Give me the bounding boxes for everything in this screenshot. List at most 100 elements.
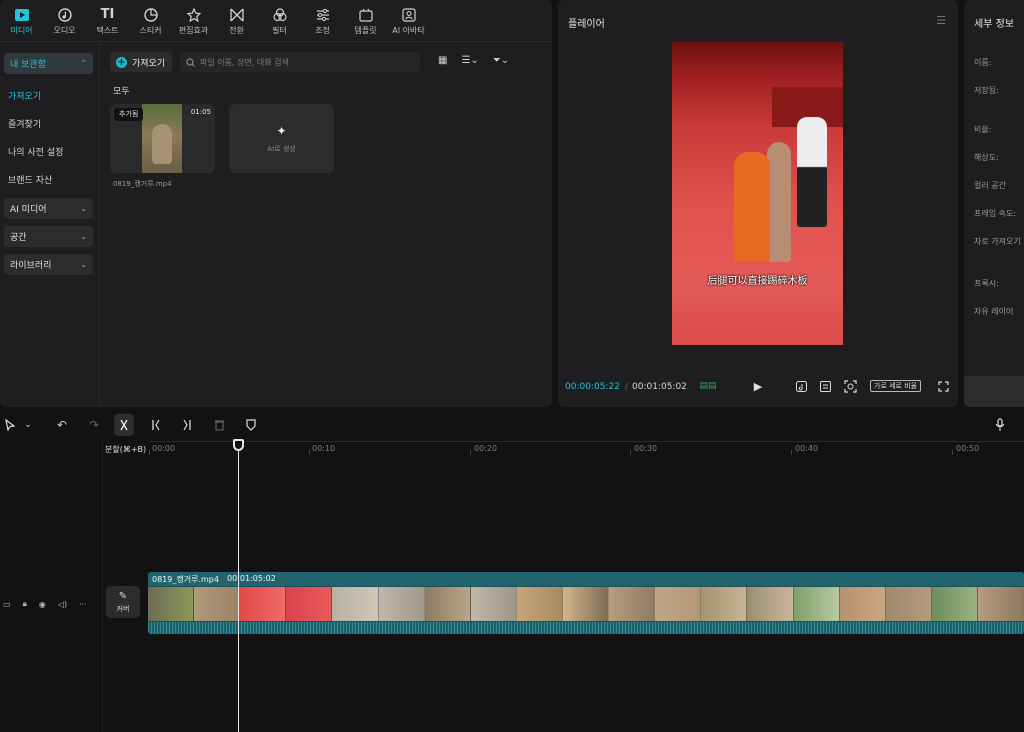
total-time: 00:01:05:02: [632, 382, 687, 392]
details-footer: [964, 376, 1024, 407]
sidebar-group-label: 공간: [10, 233, 27, 243]
video-preview[interactable]: 后腿可以直接踢碎木板: [672, 42, 843, 345]
added-badge: 추가됨: [114, 108, 144, 121]
tool-audio[interactable]: 오디오: [43, 0, 86, 42]
tool-media[interactable]: 미디어: [0, 0, 43, 42]
split-left-icon[interactable]: [146, 414, 166, 436]
audio-icon: [57, 7, 73, 23]
tick-label: 00:00: [152, 444, 176, 453]
split-right-icon[interactable]: [177, 414, 197, 436]
tool-label: 텍스트: [96, 25, 119, 35]
current-time: 00:00:05:22: [565, 382, 620, 392]
sidebar-group-space[interactable]: 공간 ⌄: [4, 226, 93, 247]
sidebar-item-favorites[interactable]: 즐겨찾기: [0, 109, 99, 137]
video-subtitle: 后腿可以直接踢碎木板: [707, 276, 808, 287]
clip-thumbnail: [142, 104, 182, 173]
tick-label: 00:10: [312, 444, 336, 453]
tool-filter[interactable]: 필터: [258, 0, 301, 42]
tool-label: 조정: [315, 25, 330, 35]
timeline-clip[interactable]: 0819_캥거루.mp4 00:01:05:02: [148, 572, 1024, 634]
tool-ai-avatar[interactable]: AI 아바타: [387, 0, 430, 42]
effects-icon: [186, 7, 202, 23]
sidebar-group-label: 라이브러리: [10, 261, 52, 271]
sidebar-group-my-library[interactable]: 내 보관함 ⌃: [4, 53, 93, 74]
cover-button[interactable]: ✎ 커버: [106, 586, 140, 618]
track-type-icon: ▭: [3, 599, 11, 609]
sidebar-item-presets[interactable]: 나의 사전 설정: [0, 137, 99, 165]
split-button[interactable]: [114, 414, 134, 436]
caption-icon[interactable]: [818, 378, 832, 394]
aspect-ratio-button[interactable]: 가로 세로 비율: [870, 380, 922, 392]
playhead-handle[interactable]: [233, 439, 244, 451]
tool-effects[interactable]: 편집효과: [172, 0, 215, 42]
select-tool-icon[interactable]: [0, 414, 20, 436]
redo-icon[interactable]: ↷: [84, 414, 104, 436]
clip-duration: 01:05: [190, 108, 211, 116]
tool-transition[interactable]: 전환: [215, 0, 258, 42]
track-header: ▭ 🔒︎ ◉ ◁) ···: [0, 594, 100, 614]
tool-sticker[interactable]: 스티커: [129, 0, 172, 42]
import-button[interactable]: + 가져오기: [110, 52, 172, 72]
ai-generate-card[interactable]: ✦ AI로 생성: [229, 104, 334, 173]
chevron-down-icon: ⌄: [80, 232, 87, 241]
sidebar-group-ai-media[interactable]: AI 미디어 ⌄: [4, 198, 93, 219]
clip-frames: [148, 587, 1024, 621]
fullscreen-icon[interactable]: [936, 378, 950, 394]
sidebar-group-library[interactable]: 라이브러리 ⌄: [4, 254, 93, 275]
pencil-icon: ✎: [118, 590, 128, 602]
panel-title: 세부 정보: [974, 19, 1014, 30]
ai-avatar-icon: [401, 7, 417, 23]
filter-icon: [272, 7, 288, 23]
import-label: 가져오기: [132, 58, 166, 69]
tool-adjust[interactable]: 조정: [301, 0, 344, 42]
tick-label: 00:40: [795, 444, 819, 453]
volume-icon[interactable]: ◁): [58, 600, 67, 609]
info-label: 저장됨:: [974, 86, 999, 95]
info-label: 컬러 공간: [974, 181, 1006, 190]
marker-icon[interactable]: [241, 414, 261, 436]
filter-icon[interactable]: ⏷⌄: [493, 55, 509, 66]
eye-icon[interactable]: ◉: [39, 600, 46, 609]
tool-label: 편집효과: [178, 25, 209, 35]
tool-text[interactable]: TI 텍스트: [86, 0, 129, 42]
details-panel: 세부 정보 이름: 저장됨: 비율: 해상도: 컬러 공간 프레임 속도: 자로…: [964, 0, 1024, 407]
more-icon[interactable]: ···: [79, 600, 87, 609]
tool-template[interactable]: 템플릿: [344, 0, 387, 42]
media-clip-card[interactable]: 추가됨 01:05: [110, 104, 215, 173]
undo-icon[interactable]: ↶: [52, 414, 72, 436]
tiktok-icon[interactable]: [794, 378, 808, 394]
info-label: 비율:: [974, 125, 992, 134]
tool-label: 스티커: [139, 25, 162, 35]
playhead[interactable]: [238, 440, 239, 732]
plus-icon: +: [116, 56, 127, 68]
microphone-icon[interactable]: [990, 414, 1010, 436]
play-button[interactable]: ▶: [750, 378, 766, 394]
search-input[interactable]: 파일 이름, 장면, 대화 검색: [180, 52, 420, 72]
chevron-down-icon[interactable]: ⌄: [18, 414, 38, 436]
delete-icon[interactable]: [209, 414, 229, 436]
timeline-ruler[interactable]: [148, 441, 1024, 455]
tool-label: 미디어: [10, 25, 33, 35]
sidebar-item-brand-assets[interactable]: 브랜드 자산: [0, 165, 99, 193]
sparkle-icon: ✦: [276, 123, 287, 138]
sticker-icon: [143, 7, 159, 23]
app-root: 미디어 오디오 TI 텍스트 스티커 편집효과 전환 필터 조정 템플릿 AI …: [0, 0, 1024, 732]
chevron-up-icon: ⌃: [80, 59, 87, 68]
chevron-down-icon: ⌄: [80, 204, 87, 213]
lock-icon[interactable]: 🔒︎: [23, 599, 27, 609]
tool-label: 템플릿: [354, 25, 377, 35]
info-label: 해상도:: [974, 153, 999, 162]
top-toolbar: 미디어 오디오 TI 텍스트 스티커 편집효과 전환 필터 조정 템플릿 AI …: [0, 0, 552, 42]
info-label: 자로 가져오기: [974, 237, 1021, 246]
grid-view-icon[interactable]: ▦: [438, 55, 447, 66]
info-label: 이름:: [974, 58, 992, 67]
sort-icon[interactable]: ☰⌄: [461, 55, 478, 66]
menu-icon[interactable]: ☰: [936, 14, 946, 27]
tool-label: AI 아바타: [392, 25, 425, 35]
timeline-divider: [102, 440, 103, 732]
split-tooltip: 분할(⌘+B): [105, 445, 147, 454]
cover-label: 커버: [116, 604, 130, 613]
zoom-fit-icon[interactable]: [842, 378, 858, 394]
info-label: 프록시:: [974, 279, 999, 288]
sidebar-item-import[interactable]: 가져오기: [0, 81, 99, 109]
